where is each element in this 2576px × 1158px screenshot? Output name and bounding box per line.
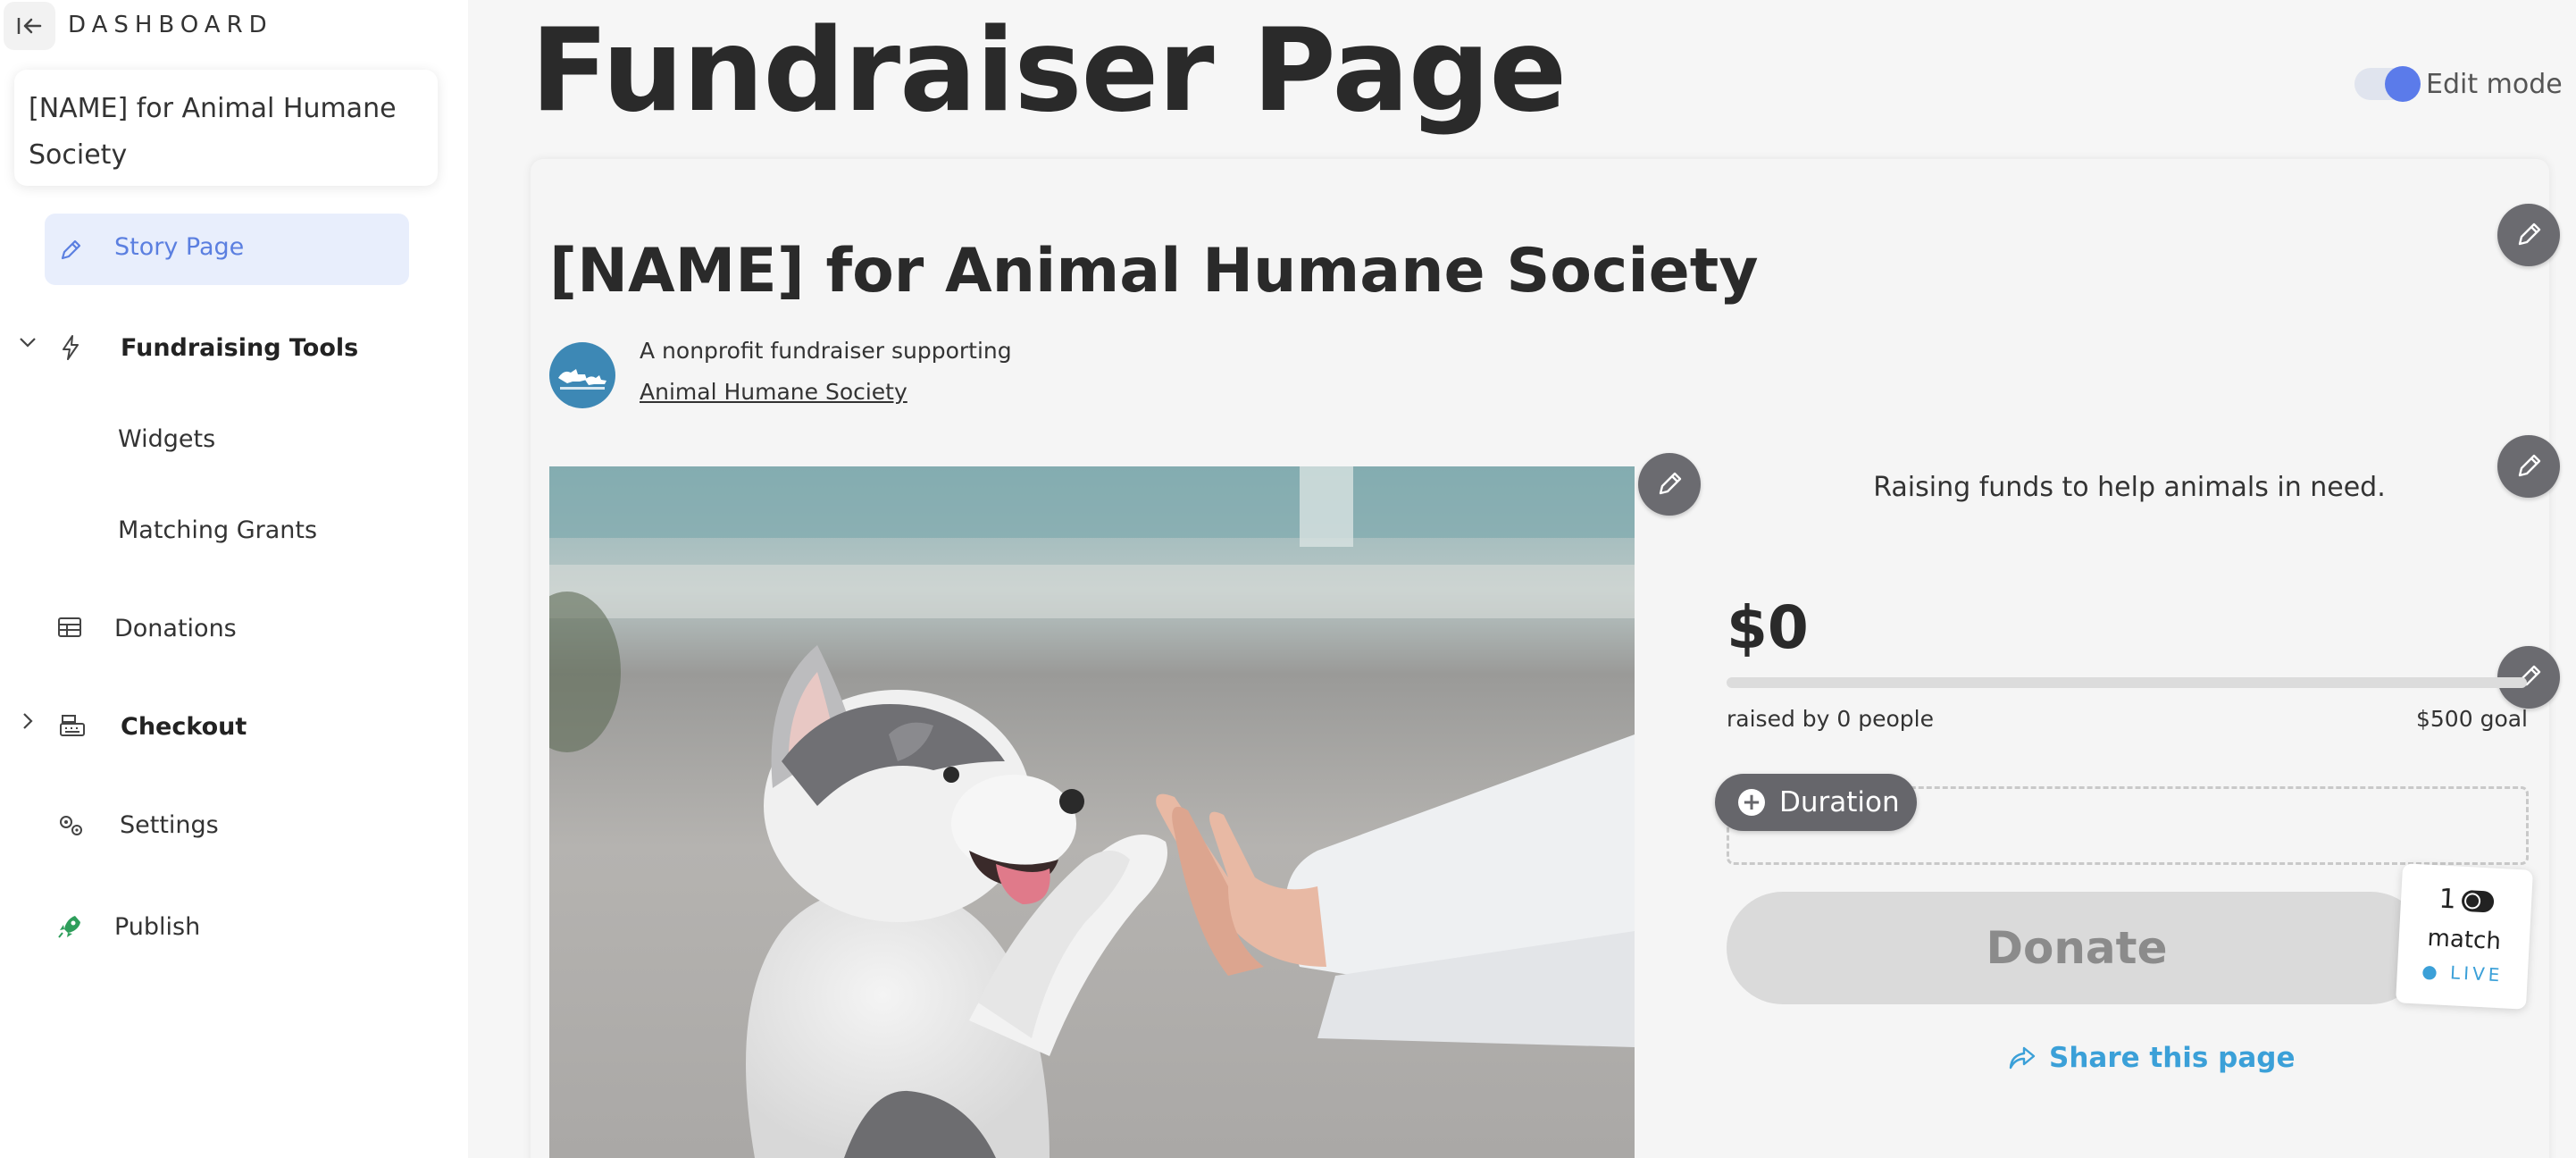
duration-label: Duration (1779, 786, 1900, 818)
live-indicator: ● LIVE (2421, 960, 2504, 986)
sidebar-item-fundraising-tools[interactable]: Fundraising Tools (0, 331, 447, 366)
edit-mode-label: Edit mode (2426, 68, 2563, 100)
table-icon (57, 617, 82, 638)
sidebar-item-label: Fundraising Tools (121, 334, 359, 362)
organization-name: [NAME] for Animal Humane Society (29, 93, 397, 171)
pencil-icon (2518, 222, 2541, 246)
sidebar-item-label: Settings (120, 811, 219, 839)
sidebar-item-label: Widgets (118, 425, 216, 453)
match-count: 1 (2438, 883, 2457, 916)
sidebar: DASHBOARD [NAME] for Animal Humane Socie… (0, 0, 468, 1158)
coin-icon (2461, 889, 2495, 913)
fundraiser-title: [NAME] for Animal Humane Society (549, 236, 1759, 306)
match-label: match (2426, 924, 2502, 956)
sidebar-item-label: Story Page (114, 233, 245, 261)
toggle-switch[interactable] (2354, 66, 2421, 102)
match-count-row: 1 (2400, 881, 2532, 919)
rocket-icon (57, 913, 82, 940)
pencil-icon (57, 237, 84, 264)
gears-icon (57, 813, 86, 838)
sidebar-item-story-page[interactable]: Story Page (45, 214, 409, 285)
organization-link[interactable]: Animal Humane Society (640, 379, 907, 405)
page-title: Fundraiser Page (531, 4, 1567, 138)
sidebar-item-label: Checkout (121, 713, 247, 741)
dashboard-brand[interactable]: DASHBOARD (68, 12, 273, 38)
collapse-icon (17, 18, 42, 34)
edit-image-button[interactable] (1638, 453, 1701, 516)
fundraiser-photo (549, 466, 1635, 1158)
sidebar-item-checkout[interactable]: Checkout (0, 709, 447, 745)
pencil-icon (1659, 472, 1682, 495)
donate-label: Donate (1986, 922, 2168, 974)
sidebar-item-label: Donations (114, 615, 237, 642)
sidebar-item-settings[interactable]: Settings (0, 808, 447, 843)
sidebar-item-label: Publish (114, 913, 201, 941)
raised-by-count: raised by 0 people (1727, 706, 1934, 732)
add-duration-button[interactable]: + Duration (1715, 774, 1917, 831)
chevron-down-icon (18, 332, 38, 357)
share-label: Share this page (2049, 1042, 2296, 1074)
organization-card[interactable]: [NAME] for Animal Humane Society (14, 70, 438, 186)
amount-raised: $0 (1727, 593, 1809, 662)
lightning-icon (59, 334, 82, 361)
goal-progress-bar (1727, 677, 2527, 688)
collapse-sidebar-button[interactable] (4, 2, 55, 50)
fundraiser-subtitle: A nonprofit fundraiser supporting (640, 338, 1012, 364)
goal-amount: $500 goal (2416, 706, 2528, 732)
chevron-right-icon (18, 711, 38, 736)
organization-logo (549, 342, 615, 408)
match-badge[interactable]: 1 match ● LIVE (2396, 863, 2533, 1010)
cash-register-icon (59, 713, 86, 738)
share-icon (2009, 1046, 2036, 1070)
toggle-knob (2385, 66, 2421, 102)
sidebar-item-label: Matching Grants (118, 516, 318, 544)
plus-icon: + (1738, 789, 1765, 816)
edit-title-button[interactable] (2497, 204, 2560, 266)
live-label: LIVE (2449, 961, 2504, 986)
sidebar-item-matching-grants[interactable]: Matching Grants (118, 516, 317, 544)
fundraiser-tagline: Raising funds to help animals in need. (1873, 472, 2386, 503)
edit-mode-toggle[interactable]: Edit mode (2354, 66, 2563, 102)
sidebar-item-widgets[interactable]: Widgets (118, 425, 215, 453)
donate-button[interactable]: Donate (1727, 892, 2427, 1004)
sidebar-item-donations[interactable]: Donations (0, 611, 447, 647)
share-page-link[interactable]: Share this page (2008, 1042, 2296, 1074)
sidebar-item-publish[interactable]: Publish (0, 910, 447, 945)
